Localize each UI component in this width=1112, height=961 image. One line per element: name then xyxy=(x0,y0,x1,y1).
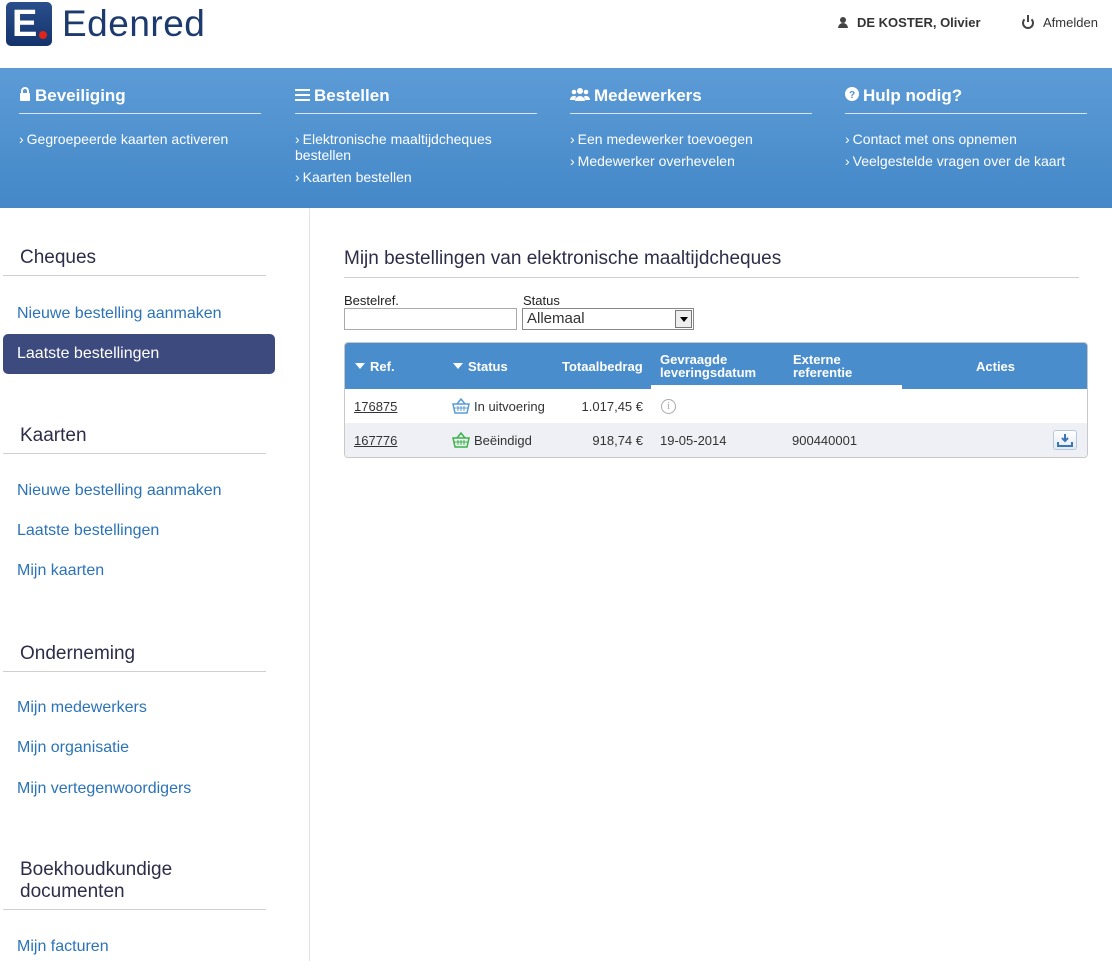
column-header-amount: Totaalbedrag xyxy=(562,358,643,374)
nav-link-kaarten-bestellen[interactable]: › Kaarten bestellen xyxy=(295,169,537,185)
sidebar-item-cheques-nieuwe-bestelling[interactable]: Nieuwe bestelling aanmaken xyxy=(17,305,222,323)
order-ref-link[interactable]: 167776 xyxy=(354,423,397,457)
ref-filter-label: Bestelref. xyxy=(344,293,399,308)
logo-mark: E xyxy=(6,2,52,46)
user-name: DE KOSTER, Olivier xyxy=(857,15,981,30)
svg-text:?: ? xyxy=(849,90,855,101)
download-icon xyxy=(1053,430,1077,450)
nav-section-beveiliging: Beveiliging › Gegroepeerde kaarten active… xyxy=(19,86,261,153)
order-status: In uitvoering xyxy=(452,389,545,423)
sidebar-item-mijn-vertegenwoordigers[interactable]: Mijn vertegenwoordigers xyxy=(17,780,191,798)
sidebar-item-mijn-organisatie[interactable]: Mijn organisatie xyxy=(17,739,129,757)
logout-link[interactable]: Afmelden xyxy=(1022,14,1098,30)
chevron-down-icon[interactable] xyxy=(675,310,692,328)
main-nav: Beveiliging › Gegroepeerde kaarten active… xyxy=(0,68,1112,208)
list-icon xyxy=(295,88,310,105)
nav-section-medewerkers: Medewerkers › Een medewerker toevoegen › M… xyxy=(569,86,812,175)
question-icon: ? xyxy=(845,87,859,105)
sidebar-title-kaarten: Kaarten xyxy=(3,425,266,454)
nav-link-medewerker-toevoegen[interactable]: › Een medewerker toevoegen xyxy=(570,131,812,147)
basket-icon xyxy=(452,397,470,414)
column-header-delivery-date: Gevraagde leveringsdatum xyxy=(660,352,757,380)
sidebar-item-mijn-kaarten[interactable]: Mijn kaarten xyxy=(17,562,104,580)
sidebar-item-mijn-medewerkers[interactable]: Mijn medewerkers xyxy=(17,699,147,717)
ref-filter-input[interactable] xyxy=(344,308,517,330)
order-status: Beëindigd xyxy=(452,423,532,457)
nav-link-contact[interactable]: › Contact met ons opnemen xyxy=(845,131,1087,147)
page-title: Mijn bestellingen van elektronische maal… xyxy=(344,248,1079,278)
sidebar-title-onderneming: Onderneming xyxy=(3,643,266,672)
sidebar-title-cheques: Cheques xyxy=(3,247,266,276)
top-header: E Edenred DE KOSTER, Olivier Afmelden xyxy=(0,0,1112,68)
nav-link-faq[interactable]: › Veelgestelde vragen over de kaart xyxy=(845,153,1087,169)
table-row: 176875 In uitvoering 1.017,45 € i xyxy=(345,389,1087,423)
download-button[interactable] xyxy=(1053,423,1077,457)
order-external-ref: 900440001 xyxy=(792,432,858,448)
order-ref-link[interactable]: 176875 xyxy=(354,389,397,423)
nav-section-bestellen: Bestellen › Elektronische maaltijdcheques… xyxy=(295,86,537,191)
user-info[interactable]: DE KOSTER, Olivier xyxy=(838,15,981,30)
power-icon xyxy=(1022,14,1034,29)
user-icon xyxy=(838,17,848,28)
nav-title-beveiliging[interactable]: Beveiliging xyxy=(19,86,261,114)
order-amount: 918,74 € xyxy=(592,432,643,448)
edenred-logo[interactable]: E Edenred xyxy=(6,2,205,46)
sidebar-item-kaarten-laatste-bestellingen[interactable]: Laatste bestellingen xyxy=(17,522,159,540)
orders-table: Ref. Status Totaalbedrag Gevraagde leveri… xyxy=(344,342,1088,458)
column-header-status[interactable]: Status xyxy=(453,343,508,389)
order-delivery-date: 19-05-2014 xyxy=(660,432,727,448)
nav-link-cheques-bestellen[interactable]: › Elektronische maaltijdcheques bestellen xyxy=(295,131,505,163)
sort-desc-icon xyxy=(453,363,463,369)
column-header-external-ref: Externe referentie xyxy=(793,352,853,380)
sidebar-item-cheques-laatste-bestellingen[interactable]: Laatste bestellingen xyxy=(3,334,275,374)
status-filter-select[interactable]: Allemaal xyxy=(522,308,694,330)
lock-icon xyxy=(19,87,31,105)
nav-section-hulp: ? Hulp nodig? › Contact met ons opnemen ›… xyxy=(845,86,1087,175)
sidebar-item-kaarten-nieuwe-bestelling[interactable]: Nieuwe bestelling aanmaken xyxy=(17,482,222,500)
column-header-actions: Acties xyxy=(976,358,1016,374)
users-icon xyxy=(569,87,591,105)
sidebar-item-mijn-facturen[interactable]: Mijn facturen xyxy=(17,938,109,956)
nav-link-kaarten-activeren[interactable]: › Gegroepeerde kaarten activeren xyxy=(19,131,261,147)
logout-label: Afmelden xyxy=(1043,15,1098,30)
info-icon[interactable]: i xyxy=(661,389,676,423)
logo-text: Edenred xyxy=(62,3,206,44)
sidebar: Cheques Nieuwe bestelling aanmaken Laats… xyxy=(0,208,310,961)
table-row: 167776 Beëindigd 918,74 € 19-05-2014 900… xyxy=(345,423,1087,457)
table-header: Ref. Status Totaalbedrag Gevraagde leveri… xyxy=(345,343,1087,389)
nav-title-medewerkers[interactable]: Medewerkers xyxy=(569,86,812,114)
order-amount: 1.017,45 € xyxy=(581,398,643,414)
nav-title-bestellen[interactable]: Bestellen xyxy=(295,86,537,114)
basket-icon xyxy=(452,431,470,448)
sort-desc-icon xyxy=(355,363,365,369)
status-filter-label: Status xyxy=(523,293,560,308)
nav-title-hulp[interactable]: ? Hulp nodig? xyxy=(845,86,1087,114)
nav-link-medewerker-overhevelen[interactable]: › Medewerker overhevelen xyxy=(570,153,812,169)
sidebar-title-boekhoudkundige-documenten: Boekhoudkundige documenten xyxy=(3,859,266,910)
column-header-ref[interactable]: Ref. xyxy=(355,343,395,389)
